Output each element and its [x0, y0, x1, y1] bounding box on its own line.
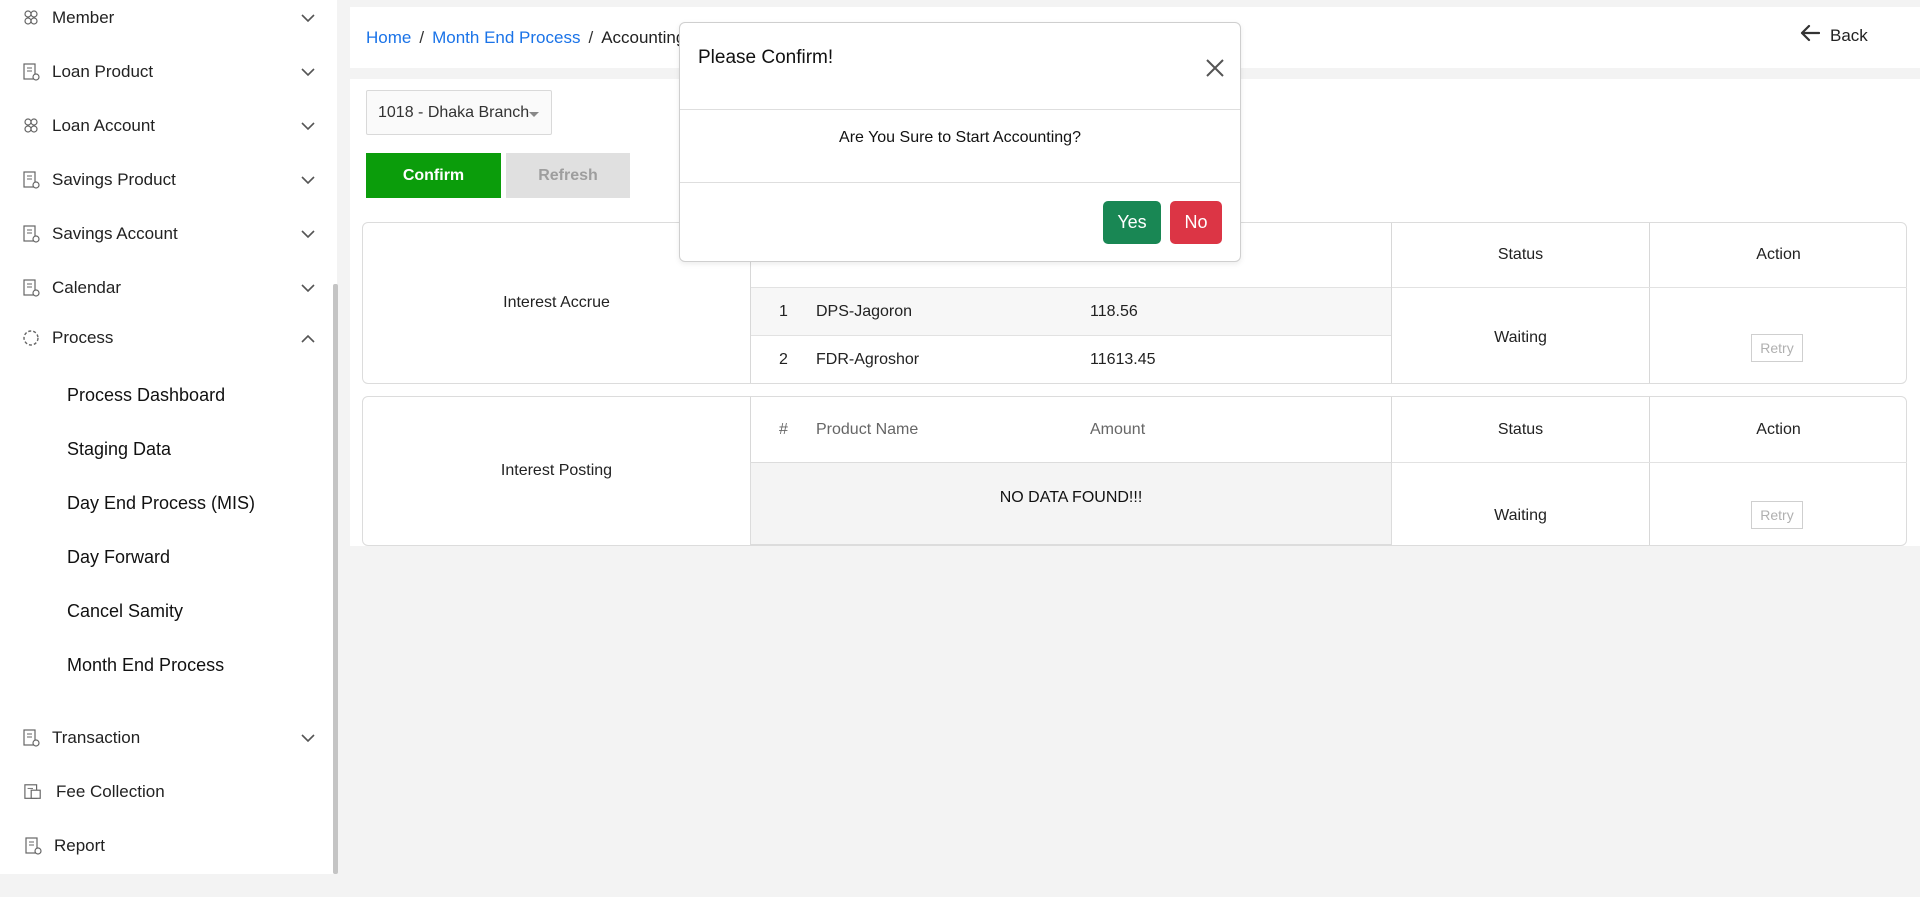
- table-row: 1 DPS-Jagoron 118.56: [751, 288, 1391, 335]
- sidebar-item-label: Savings Product: [52, 170, 176, 189]
- sidebar: Member Loan Product Loan Account Savings…: [0, 0, 337, 874]
- retry-button[interactable]: Retry: [1751, 501, 1803, 529]
- sidebar-scrollbar[interactable]: [333, 284, 338, 874]
- chevron-down-icon: [300, 226, 316, 242]
- caret-down-icon: [529, 112, 539, 117]
- divider: [680, 182, 1240, 183]
- column-header-amount: Amount: [1090, 420, 1146, 438]
- empty-state: NO DATA FOUND!!!: [750, 462, 1392, 545]
- sidebar-item-label: Member: [52, 8, 115, 27]
- document-icon: [22, 63, 40, 81]
- breadcrumb-current: Accounting: [601, 28, 686, 47]
- sidebar-item-loan-account[interactable]: Loan Account: [0, 106, 330, 146]
- product-name: FDR-Agroshor: [816, 350, 920, 368]
- breadcrumb-separator: /: [419, 28, 425, 47]
- document-icon: [24, 837, 42, 855]
- sidebar-item-label: Process: [52, 328, 114, 347]
- process-name: Interest Posting: [500, 462, 613, 479]
- dialog-title: Please Confirm!: [698, 47, 834, 68]
- sidebar-item-transaction[interactable]: Transaction: [0, 718, 330, 758]
- chevron-down-icon: [300, 172, 316, 188]
- divider: [680, 109, 1240, 110]
- breadcrumb-separator: /: [588, 28, 594, 47]
- status-header: Status: [1497, 420, 1544, 438]
- chevron-up-icon: [300, 330, 316, 346]
- document-icon: [22, 225, 40, 243]
- action-header: Action: [1756, 420, 1801, 438]
- sidebar-item-report[interactable]: Report: [0, 826, 330, 866]
- column-header-product-name: Product Name: [816, 420, 919, 438]
- sidebar-subitem-process-dashboard[interactable]: Process Dashboard: [67, 385, 225, 406]
- status-header: Status: [1497, 246, 1544, 263]
- chevron-down-icon: [300, 280, 316, 296]
- sidebar-item-loan-product[interactable]: Loan Product: [0, 52, 330, 92]
- breadcrumb: Home / Month End Process / Accounting: [366, 28, 685, 48]
- sidebar-item-label: Savings Account: [52, 224, 178, 243]
- members-icon: [22, 117, 40, 135]
- retry-button[interactable]: Retry: [1751, 334, 1803, 362]
- breadcrumb-home[interactable]: Home: [366, 28, 411, 48]
- refresh-button[interactable]: Refresh: [506, 153, 630, 198]
- action-header: Action: [1756, 246, 1801, 263]
- chevron-down-icon: [300, 64, 316, 80]
- arrow-left-icon: [1800, 24, 1821, 47]
- branch-select[interactable]: 1018 - Dhaka Branch: [366, 90, 552, 135]
- process-icon: [22, 329, 40, 347]
- sidebar-subitem-day-end-process[interactable]: Day End Process (MIS): [67, 493, 255, 514]
- amount: 118.56: [1090, 302, 1138, 320]
- no-button[interactable]: No: [1170, 201, 1222, 244]
- sidebar-item-member[interactable]: Member: [0, 0, 330, 38]
- sidebar-item-fee-collection[interactable]: Fee Collection: [0, 772, 330, 812]
- yes-button[interactable]: Yes: [1103, 201, 1161, 244]
- confirm-button[interactable]: Confirm: [366, 153, 501, 198]
- breadcrumb-month-end-process[interactable]: Month End Process: [432, 28, 580, 48]
- row-number: 2: [779, 350, 788, 368]
- table-row: 2 FDR-Agroshor 11613.45: [751, 336, 1391, 383]
- status-value: Waiting: [1494, 328, 1547, 346]
- document-icon: [22, 729, 40, 747]
- chevron-down-icon: [300, 118, 316, 134]
- back-label: Back: [1830, 25, 1868, 45]
- sidebar-item-label: Transaction: [52, 728, 141, 747]
- sidebar-subitem-month-end-process[interactable]: Month End Process: [67, 655, 224, 676]
- confirm-dialog: Please Confirm! Are You Sure to Start Ac…: [679, 22, 1241, 262]
- process-table-interest-posting: Interest Posting # Product Name Amount S…: [362, 396, 1907, 546]
- sidebar-subitem-day-forward[interactable]: Day Forward: [67, 547, 170, 568]
- chevron-down-icon: [300, 10, 316, 26]
- sidebar-item-process[interactable]: Process: [0, 318, 330, 358]
- document-icon: [22, 171, 40, 189]
- sidebar-item-savings-product[interactable]: Savings Product: [0, 160, 330, 200]
- document-icon: [22, 279, 40, 297]
- sidebar-item-label: Loan Product: [52, 62, 154, 81]
- chevron-down-icon: [300, 730, 316, 746]
- sidebar-item-label: Calendar: [52, 278, 121, 297]
- status-value: Waiting: [1494, 507, 1547, 524]
- back-button[interactable]: Back: [1800, 24, 1868, 47]
- members-icon: [22, 9, 40, 27]
- sidebar-item-label: Loan Account: [52, 116, 156, 135]
- sidebar-item-calendar[interactable]: Calendar: [0, 268, 330, 308]
- row-number: 1: [779, 302, 788, 320]
- sidebar-subitem-cancel-samity[interactable]: Cancel Samity: [67, 601, 183, 622]
- sidebar-item-label: Report: [54, 836, 106, 855]
- dialog-message: Are You Sure to Start Accounting?: [839, 129, 1081, 146]
- sidebar-item-label: Fee Collection: [56, 782, 165, 801]
- fee-icon: [24, 783, 42, 801]
- sidebar-item-savings-account[interactable]: Savings Account: [0, 214, 330, 254]
- product-name: DPS-Jagoron: [816, 302, 913, 320]
- sidebar-subitem-staging-data[interactable]: Staging Data: [67, 439, 171, 460]
- column-header-number: #: [779, 420, 788, 438]
- close-icon[interactable]: [1205, 58, 1227, 80]
- branch-select-value: 1018 - Dhaka Branch: [378, 103, 530, 121]
- amount: 11613.45: [1090, 350, 1156, 368]
